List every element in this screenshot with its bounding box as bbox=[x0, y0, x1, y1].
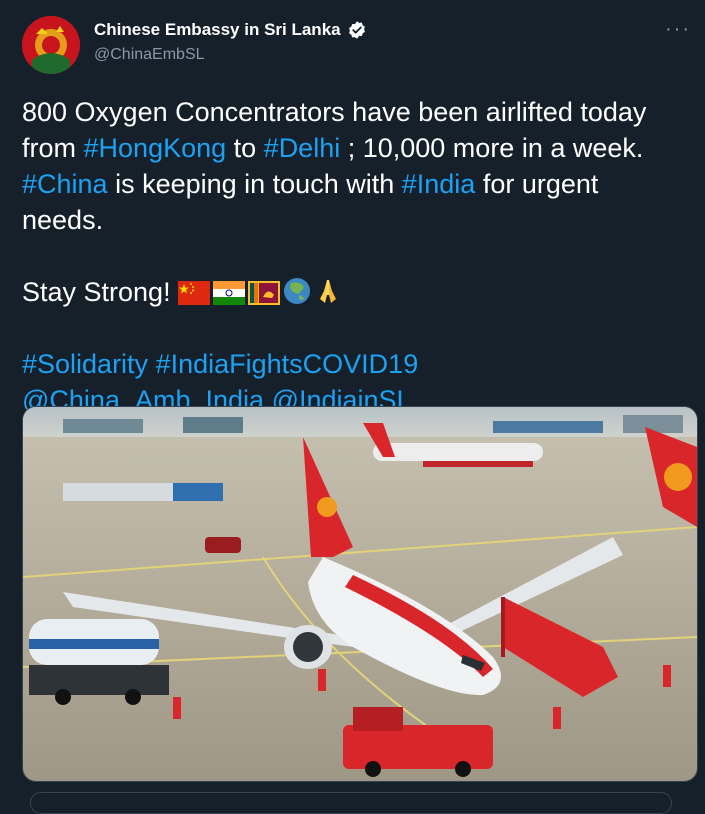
hashtag-delhi[interactable]: #Delhi bbox=[264, 133, 341, 163]
avatar-emblem-icon bbox=[22, 16, 80, 74]
verified-badge-icon bbox=[348, 21, 365, 39]
author-display-name[interactable]: Chinese Embassy in Sri Lanka bbox=[94, 20, 341, 40]
hashtag-china[interactable]: #China bbox=[22, 169, 108, 199]
tweet: Chinese Embassy in Sri Lanka @ChinaEmbSL… bbox=[0, 0, 705, 814]
tweet-media-photo[interactable] bbox=[22, 406, 698, 782]
folded-hands-icon bbox=[320, 280, 337, 303]
stay-strong-text: Stay Strong! bbox=[22, 277, 179, 307]
tweet-paragraph-1: 800 Oxygen Concentrators have been airli… bbox=[22, 94, 682, 238]
flag-china-icon bbox=[178, 281, 211, 305]
hashtag-indiafightscovid19[interactable]: #IndiaFightsCOVID19 bbox=[156, 349, 419, 379]
tweet-paragraph-2: Stay Strong! bbox=[22, 274, 682, 310]
author-handle[interactable]: @ChinaEmbSL bbox=[94, 46, 205, 64]
hashtag-solidarity[interactable]: #Solidarity bbox=[22, 349, 148, 379]
globe-asia-icon bbox=[284, 278, 311, 304]
text-segment: is keeping in touch with bbox=[107, 169, 402, 199]
hashtag-hongkong[interactable]: #HongKong bbox=[84, 133, 227, 163]
more-options-icon[interactable]: ··· bbox=[665, 18, 691, 41]
next-card-edge bbox=[30, 792, 672, 814]
tweet-text: 800 Oxygen Concentrators have been airli… bbox=[22, 94, 682, 418]
flag-sri-lanka-icon bbox=[248, 281, 281, 305]
text-segment: to bbox=[226, 133, 264, 163]
avatar[interactable] bbox=[22, 16, 80, 74]
airport-photo-icon bbox=[23, 407, 697, 781]
flag-india-icon bbox=[213, 281, 246, 305]
hashtag-india[interactable]: #India bbox=[402, 169, 476, 199]
author-name-row[interactable]: Chinese Embassy in Sri Lanka bbox=[94, 20, 367, 40]
text-segment: ; 10,000 more in a week. bbox=[340, 133, 644, 163]
